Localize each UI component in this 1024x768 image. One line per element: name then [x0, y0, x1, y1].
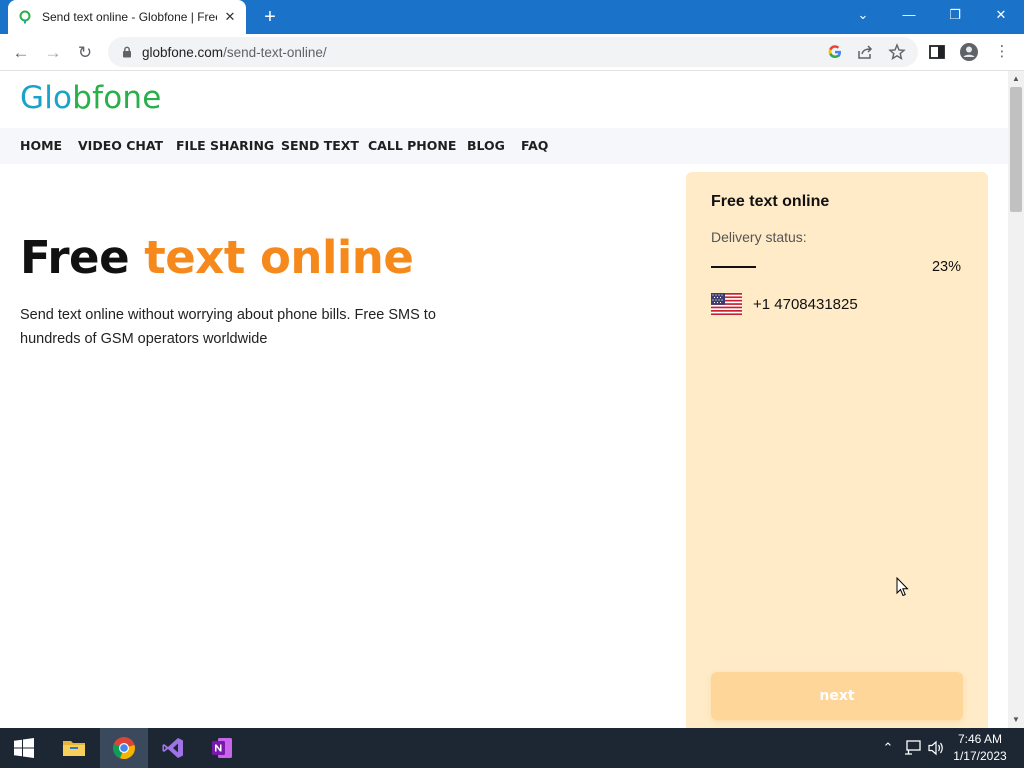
browser-toolbar: ← → ↻ globfone.com/send-text-online/ ⋮ [0, 34, 1024, 71]
onenote-icon [212, 738, 232, 758]
delivery-progress-bar [711, 266, 906, 268]
clock-time: 7:46 AM [957, 732, 1003, 746]
nav-send-text[interactable]: SEND TEXT [281, 138, 359, 153]
globfone-favicon-icon [19, 10, 31, 24]
nav-home[interactable]: HOME [20, 138, 62, 153]
back-button[interactable]: ← [8, 40, 34, 66]
start-button[interactable] [0, 728, 48, 768]
side-panel-icon[interactable] [926, 41, 948, 63]
taskbar-file-explorer[interactable] [50, 728, 98, 768]
windows-logo-icon [14, 738, 34, 758]
title-accent: text online [144, 231, 414, 284]
page-scrollbar[interactable]: ▲ ▼ [1008, 71, 1024, 728]
panel-title: Free text online [711, 193, 830, 210]
mouse-cursor-icon [896, 577, 909, 597]
url-path: /send-text-online/ [223, 45, 327, 60]
tray-overflow-chevron-icon[interactable]: ⌃ [880, 728, 896, 768]
share-icon[interactable] [856, 43, 874, 61]
us-flag-icon [711, 293, 742, 315]
nav-blog[interactable]: BLOG [467, 138, 505, 153]
clock-date: 1/17/2023 [953, 749, 1007, 763]
nav-file-sharing[interactable]: FILE SHARING [176, 138, 274, 153]
forward-button[interactable]: → [40, 40, 66, 66]
bookmark-star-icon[interactable] [888, 43, 906, 61]
address-bar[interactable]: globfone.com/send-text-online/ [108, 37, 918, 67]
progress-fill [711, 266, 756, 268]
tab-search-icon[interactable]: ⌄ [840, 0, 886, 30]
windows-taskbar: ⌃ 7:46 AM 1/17/2023 [0, 728, 1024, 768]
scroll-up-arrow-icon[interactable]: ▲ [1008, 72, 1024, 86]
browser-titlebar: Send text online - Globfone | Free ✕ + ⌄… [0, 0, 1024, 34]
page-title: Free text online [20, 231, 414, 284]
taskbar-chrome[interactable] [100, 728, 148, 768]
main-navigation: HOME VIDEO CHAT FILE SHARING SEND TEXT C… [0, 128, 1008, 164]
nav-call-phone[interactable]: CALL PHONE [368, 138, 456, 153]
browser-tab[interactable]: Send text online - Globfone | Free ✕ [8, 0, 246, 34]
taskbar-onenote[interactable] [198, 728, 246, 768]
google-icon[interactable] [826, 43, 844, 61]
chrome-icon [112, 737, 135, 760]
taskbar-visual-studio[interactable] [149, 728, 197, 768]
nav-faq[interactable]: FAQ [521, 138, 548, 153]
minimize-button[interactable]: — [886, 0, 932, 30]
restore-button[interactable]: ❐ [932, 0, 978, 30]
file-explorer-icon [63, 741, 85, 756]
new-tab-button[interactable]: + [259, 6, 281, 28]
volume-icon[interactable] [928, 740, 946, 756]
network-icon[interactable] [904, 740, 922, 756]
logo-part-1: Glo [20, 80, 73, 116]
logo-part-2: bfone [72, 80, 162, 116]
nav-video-chat[interactable]: VIDEO CHAT [78, 138, 163, 153]
recipient-phone-number: +1 4708431825 [753, 296, 858, 313]
chrome-menu-icon[interactable]: ⋮ [991, 41, 1013, 63]
send-text-panel: Free text online Delivery status: 23% +1… [686, 172, 988, 728]
lock-icon[interactable] [120, 45, 134, 59]
title-plain: Free [20, 231, 130, 284]
web-page: Globfone HOME VIDEO CHAT FILE SHARING SE… [0, 71, 1008, 728]
tab-title: Send text online - Globfone | Free [42, 10, 217, 24]
url-text[interactable]: globfone.com/send-text-online/ [142, 45, 327, 60]
visual-studio-icon [162, 738, 183, 758]
globfone-logo[interactable]: Globfone [20, 80, 161, 116]
system-clock[interactable]: 7:46 AM 1/17/2023 [948, 731, 1012, 765]
reload-button[interactable]: ↻ [72, 40, 98, 66]
close-window-button[interactable]: ✕ [978, 0, 1024, 30]
profile-avatar-icon[interactable] [958, 41, 980, 63]
scroll-thumb[interactable] [1010, 87, 1022, 212]
scroll-down-arrow-icon[interactable]: ▼ [1008, 713, 1024, 727]
next-button[interactable]: next [711, 672, 963, 720]
progress-percent: 23% [931, 259, 961, 275]
tab-close-icon[interactable]: ✕ [222, 9, 238, 25]
url-host: globfone.com [142, 45, 224, 60]
delivery-status-label: Delivery status: [711, 229, 807, 245]
page-subtitle: Send text online without worrying about … [20, 307, 436, 347]
